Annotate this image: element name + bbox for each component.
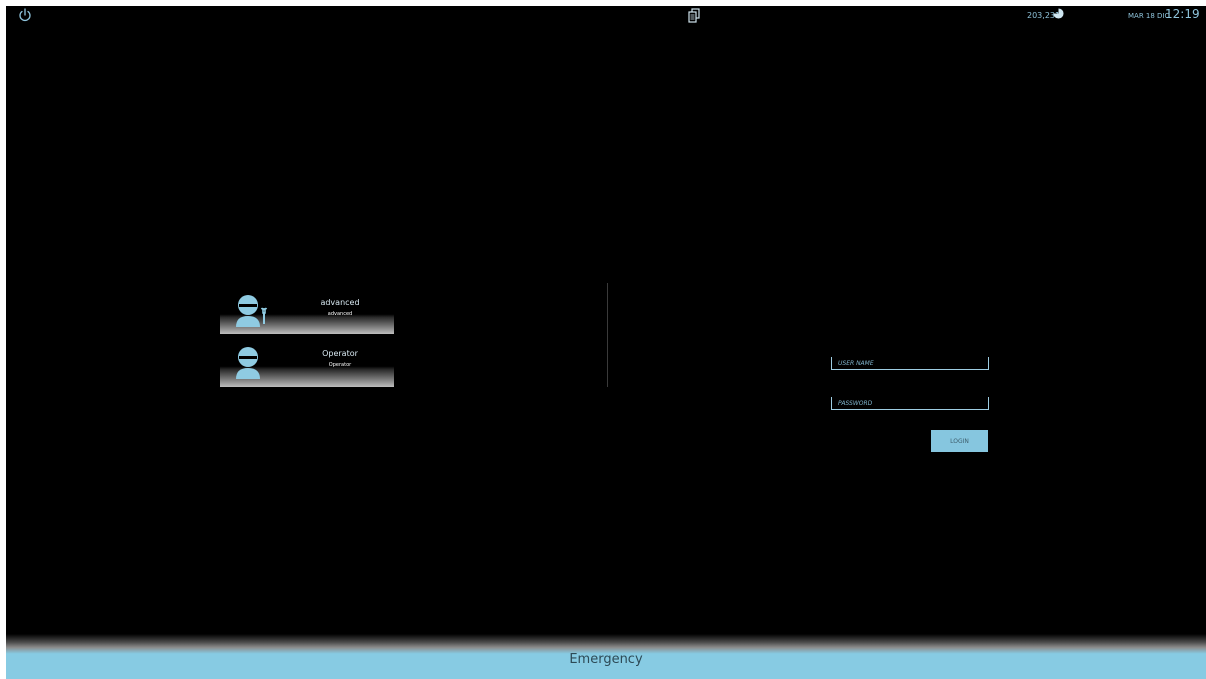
user-card-operator[interactable]: Operator Operator xyxy=(220,341,394,387)
username-input[interactable] xyxy=(832,357,988,369)
documents-icon[interactable] xyxy=(687,8,701,24)
user-name: advanced xyxy=(320,298,360,307)
technician-icon xyxy=(236,295,268,327)
password-input[interactable] xyxy=(832,397,988,409)
user-card-advanced[interactable]: advanced advanced xyxy=(220,290,394,334)
password-field xyxy=(831,397,989,410)
user-name: Operator xyxy=(322,349,358,358)
power-icon[interactable] xyxy=(17,7,33,23)
vertical-divider xyxy=(607,283,608,387)
user-icon xyxy=(236,347,260,379)
login-button[interactable]: LOGIN xyxy=(931,430,988,452)
date-display: MAR 18 DIC xyxy=(1128,12,1170,20)
user-role: advanced xyxy=(327,311,353,317)
emergency-button[interactable]: Emergency xyxy=(6,634,1206,679)
pie-icon xyxy=(1053,8,1064,19)
user-role: Operator xyxy=(328,362,352,368)
time-display: 12:19 xyxy=(1165,7,1200,21)
login-screen: 203,231 MAR 18 DIC 12:19 advanced advanc… xyxy=(6,6,1206,679)
emergency-label: Emergency xyxy=(569,652,643,667)
username-field xyxy=(831,357,989,370)
